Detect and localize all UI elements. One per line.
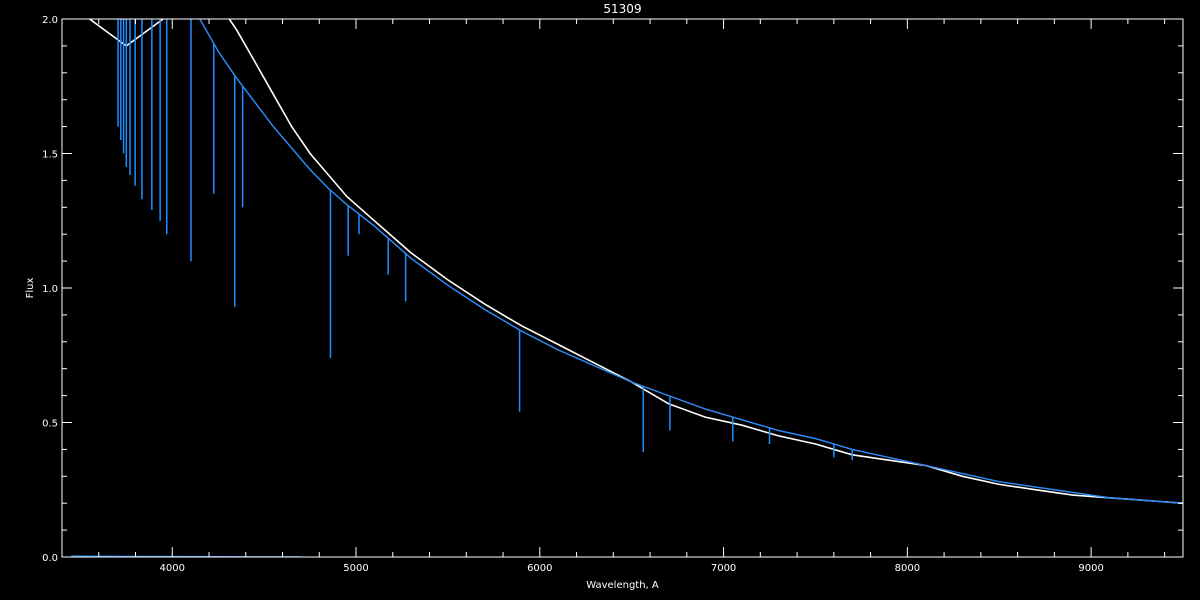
spectrum-plot: 4000 5000 6000 7000 8000 90000.00.51.01.52.0 …	[0, 0, 1200, 600]
y-tick-label: 0.5	[42, 419, 58, 430]
x-tick-label: 8000	[895, 563, 920, 574]
background	[0, 0, 1200, 600]
chart-title: 51309	[603, 2, 641, 16]
x-tick-label: 5000	[343, 563, 368, 574]
y-tick-label: 0.0	[42, 553, 58, 564]
y-tick-label: 1.5	[42, 150, 58, 161]
x-tick-label: 4000	[160, 563, 185, 574]
x-tick-label: 6000	[527, 563, 552, 574]
y-tick-label: 2.0	[42, 15, 58, 26]
y-axis-title: Flux	[25, 278, 36, 299]
y-tick-label: 1.0	[42, 284, 58, 295]
x-axis-title: Wavelength, A	[586, 580, 659, 591]
x-tick-label: 7000	[711, 563, 736, 574]
x-tick-label: 9000	[1078, 563, 1103, 574]
